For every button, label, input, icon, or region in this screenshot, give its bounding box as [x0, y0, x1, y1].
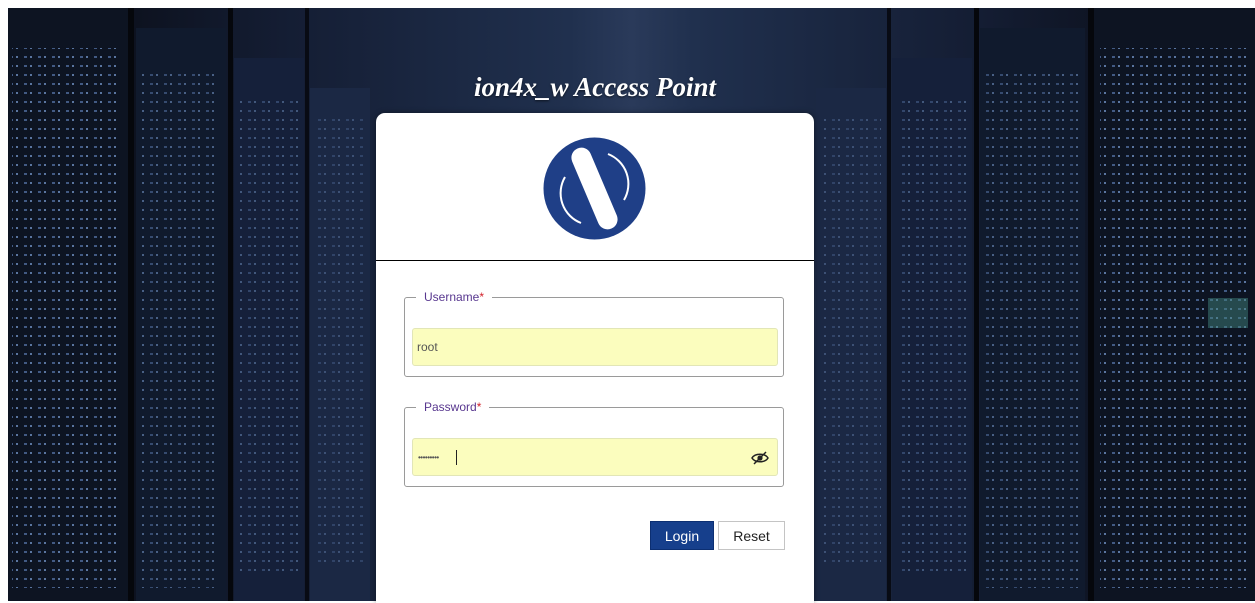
- text-caret: [456, 450, 457, 465]
- eye-slash-icon[interactable]: [751, 450, 769, 466]
- username-input[interactable]: root: [412, 328, 778, 366]
- username-fieldset: Username* root: [404, 290, 784, 377]
- header-divider: [376, 260, 814, 261]
- login-button[interactable]: Login: [650, 521, 714, 550]
- reset-button[interactable]: Reset: [718, 521, 785, 550]
- username-value: root: [417, 340, 438, 354]
- ion-networks-logo: [543, 137, 646, 240]
- left-server-racks: [8, 8, 388, 601]
- page-title: ion4x_w Access Point: [473, 72, 716, 102]
- username-label: Username*: [424, 290, 485, 304]
- right-server-racks: [816, 8, 1255, 601]
- password-mask: •••••••••: [418, 453, 439, 462]
- password-label: Password*: [424, 400, 482, 414]
- password-input[interactable]: •••••••••: [412, 438, 778, 476]
- password-fieldset: Password* •••••••••: [404, 400, 784, 487]
- login-card: Username* root Password* ••••••••• Login…: [376, 113, 814, 603]
